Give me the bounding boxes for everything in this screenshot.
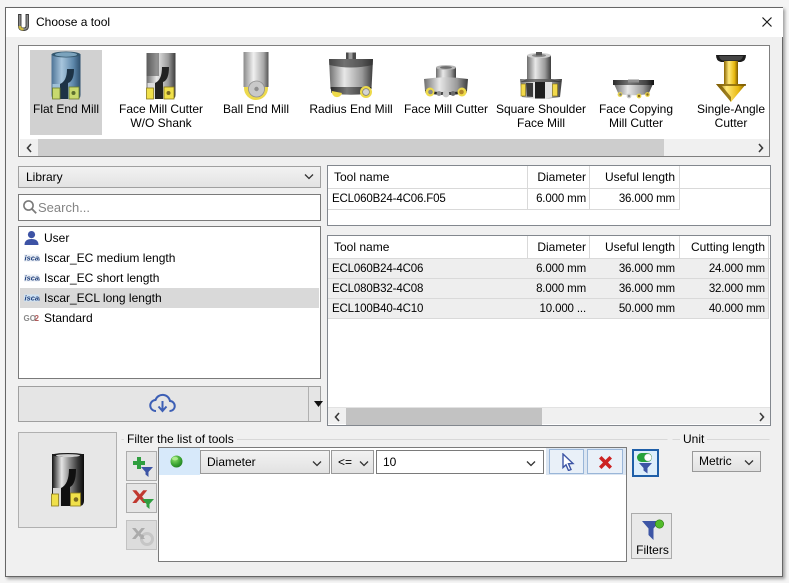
svg-text:iscar: iscar (25, 254, 41, 263)
svg-text:2: 2 (35, 314, 40, 323)
svg-text:iscar: iscar (25, 274, 41, 283)
svg-text:iscar: iscar (25, 294, 41, 303)
